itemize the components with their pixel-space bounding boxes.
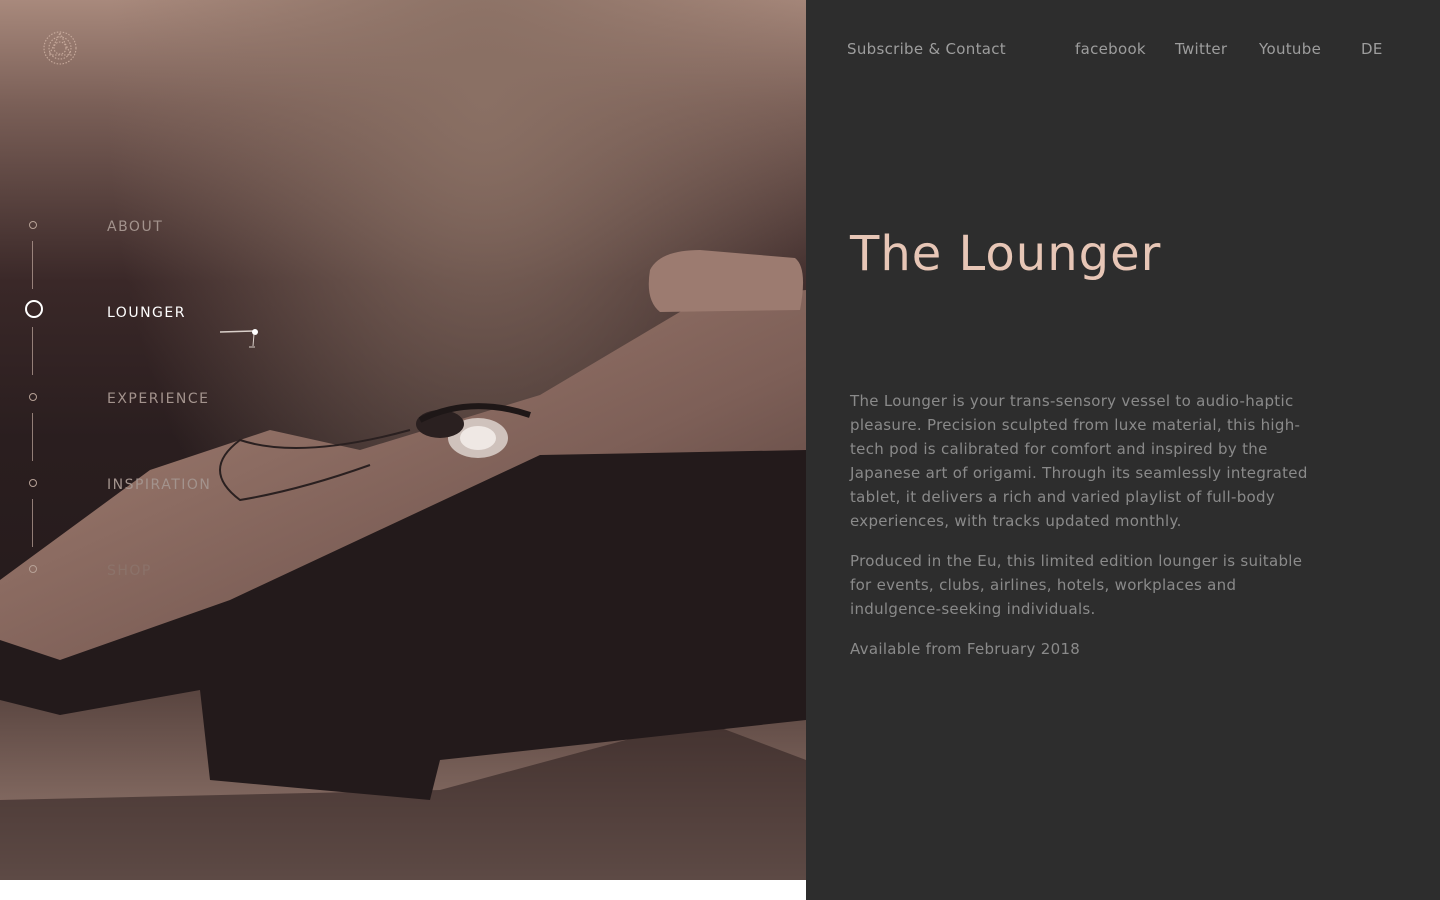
section-dot-lounger[interactable] [25,300,43,318]
section-link-lounger[interactable]: LOUNGER [107,305,186,321]
section-connector-line [32,413,33,461]
section-link-experience[interactable]: EXPERIENCE [107,391,210,407]
language-switch-de[interactable]: DE [1361,40,1383,58]
availability-text: Available from February 2018 [850,640,1081,658]
product-description: The Lounger is your trans-sensory vessel… [850,389,1320,677]
section-link-inspiration[interactable]: INSPIRATION [107,477,211,493]
section-dot-experience[interactable] [29,393,37,401]
section-connector-line [32,499,33,547]
section-connector-line [32,241,33,289]
section-dot-inspiration[interactable] [29,479,37,487]
page-title: The Lounger [850,226,1162,282]
subscribe-contact-link[interactable]: Subscribe & Contact [847,40,1006,58]
hero-bottom-strip [0,880,806,900]
description-paragraph: The Lounger is your trans-sensory vessel… [850,392,1308,530]
hero-image-lounger [0,0,806,880]
section-dot-last[interactable] [29,565,37,573]
twitter-link[interactable]: Twitter [1175,40,1227,58]
section-link-about[interactable]: ABOUT [107,219,163,235]
pointer-cursor-icon [219,329,258,348]
lotus-logo-icon[interactable] [42,30,78,66]
youtube-link[interactable]: Youtube [1259,40,1321,58]
section-link-last[interactable]: SHOP [107,563,152,579]
section-dot-about[interactable] [29,221,37,229]
section-connector-line [32,327,33,375]
facebook-link[interactable]: facebook [1075,40,1146,58]
description-paragraph: Produced in the Eu, this limited edition… [850,552,1303,618]
lounger-photo-illustration [0,250,806,880]
